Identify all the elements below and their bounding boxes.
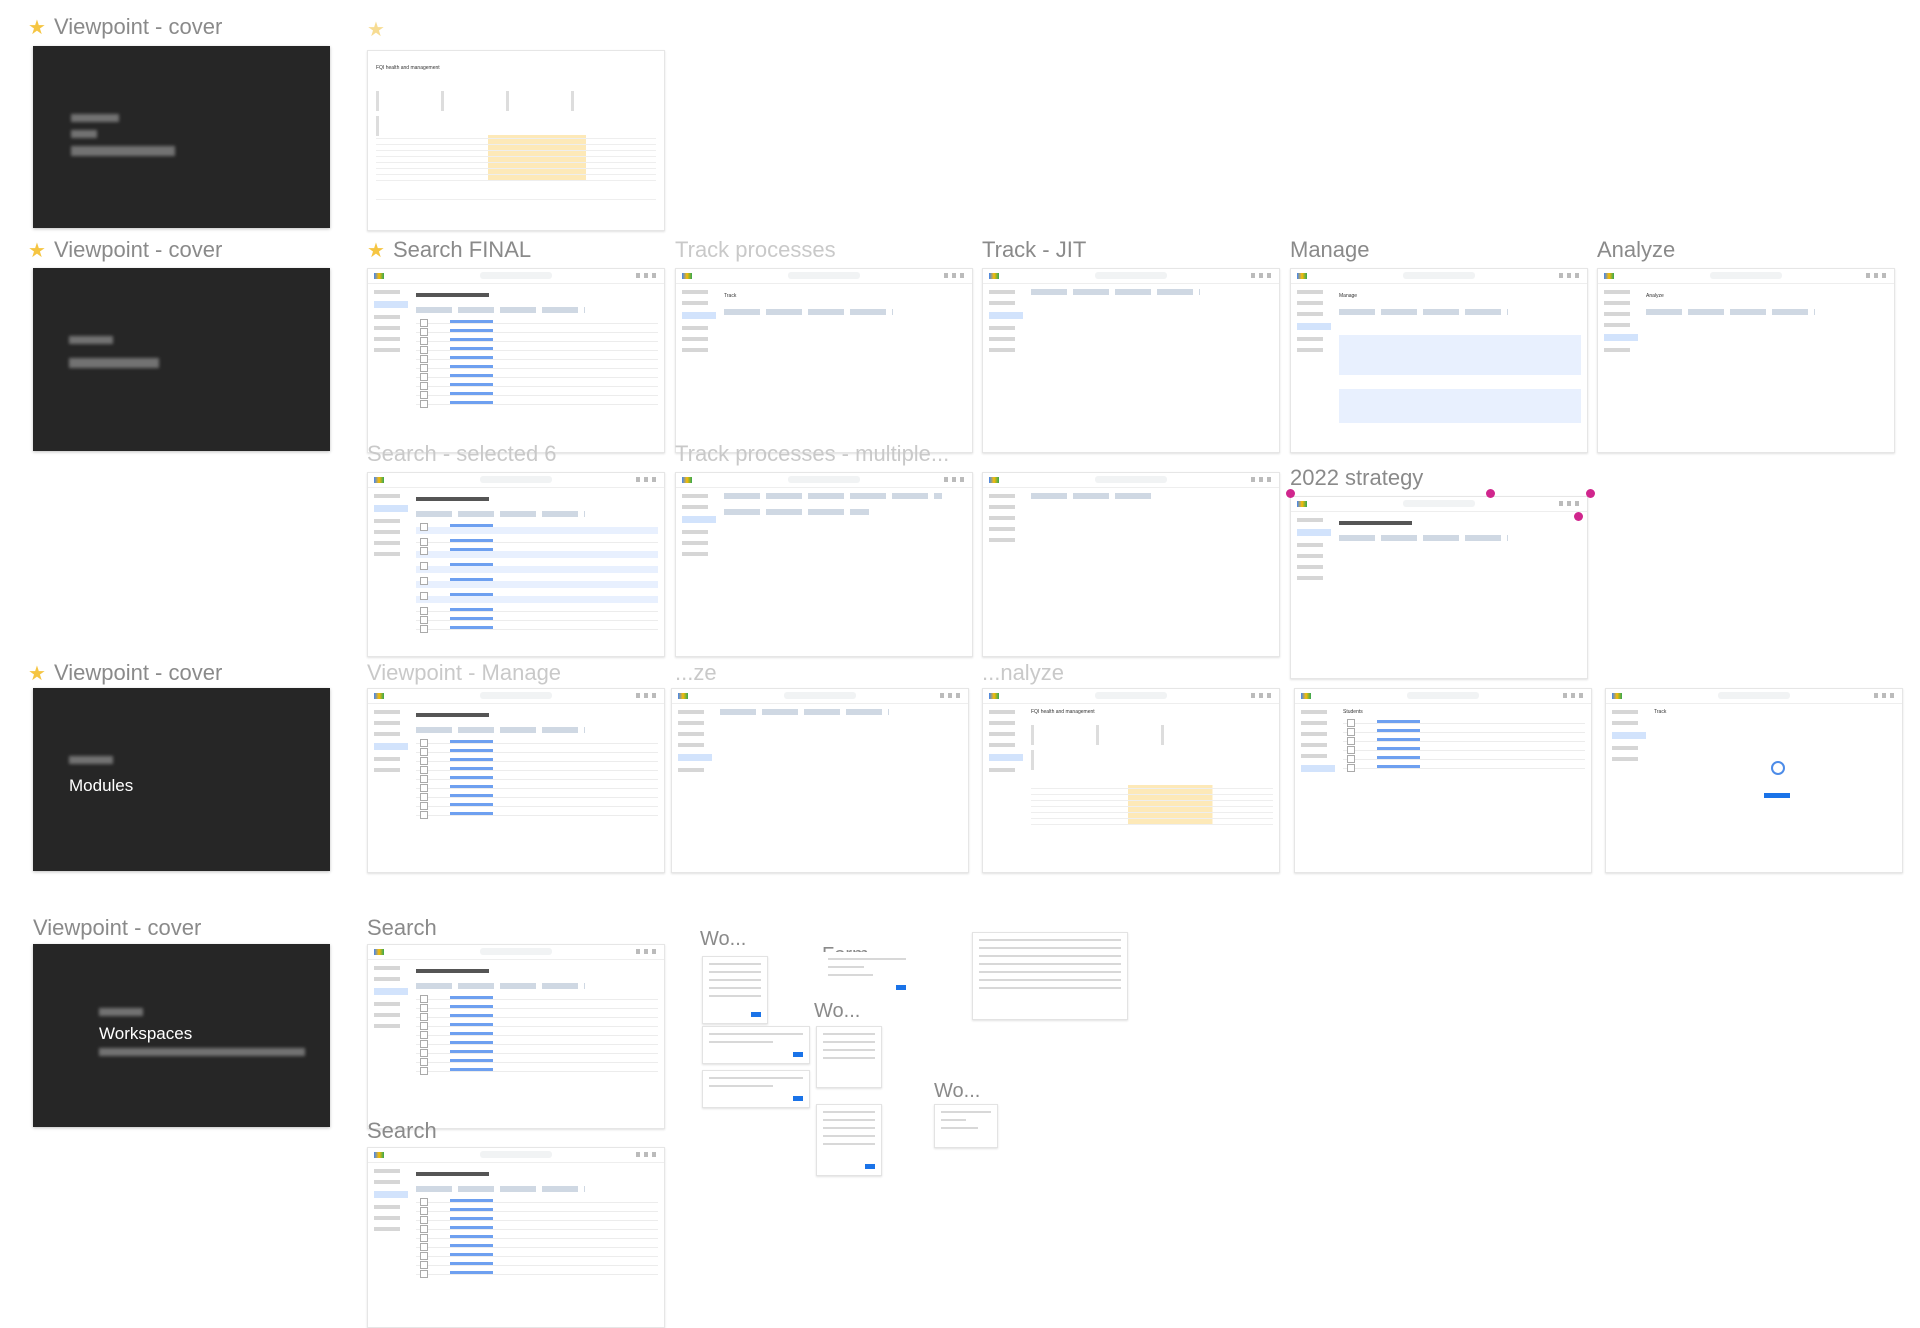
frame-analyze[interactable]: Analyze — [1597, 268, 1895, 453]
faded-label-viewpoint-manage: Viewpoint - Manage — [367, 660, 562, 685]
frame-title: Manage — [1339, 293, 1358, 299]
label-search-1: Search — [367, 915, 437, 940]
frame-analyze-2[interactable] — [671, 688, 969, 873]
workspace-menu-2[interactable] — [816, 1026, 882, 1088]
frame-viewpoint-manage[interactable] — [367, 688, 665, 873]
faded-label-analyze-1: ...ze — [675, 660, 717, 685]
cover-frame-2[interactable] — [33, 268, 330, 451]
faded-label-track-processes: Track processes — [675, 237, 836, 262]
annotation-pin-3[interactable] — [1586, 489, 1595, 498]
star-icon: ★ — [28, 17, 46, 39]
workspace-menu-3[interactable] — [816, 1104, 882, 1176]
cover-label-4: Viewpoint - cover — [33, 915, 202, 940]
frame-search-menu[interactable] — [982, 472, 1280, 657]
frame-title: Analyze — [1646, 293, 1664, 299]
label-analyze: Analyze — [1597, 237, 1676, 262]
faded-label-track-multiple: Track processes - multiple... — [675, 441, 950, 466]
search-icon — [1771, 761, 1785, 775]
frame-fqi-analyze[interactable]: FQI health and management — [982, 688, 1280, 873]
frame-title: FQI health and management — [376, 65, 440, 71]
frame-title: Students — [1343, 709, 1363, 715]
annotation-pin-4[interactable] — [1574, 512, 1583, 521]
label-wo-1: Wo... — [700, 928, 747, 950]
label-track-jit: Track - JIT — [982, 237, 1087, 262]
frame-search-1[interactable] — [367, 944, 665, 1129]
star-icon: ★ — [367, 19, 385, 41]
star-icon: ★ — [28, 663, 46, 685]
label-manage: Manage — [1290, 237, 1370, 262]
frame-track-multiple[interactable] — [675, 472, 973, 657]
leave-workspace-dialog-1[interactable] — [702, 1026, 810, 1064]
frame-title: Track — [724, 293, 737, 299]
frame-track-processes[interactable]: Track — [675, 268, 973, 453]
form-dialog[interactable] — [822, 952, 912, 996]
annotation-pin-2[interactable] — [1486, 489, 1495, 498]
label-search-final: ★ Search FINAL — [367, 237, 532, 262]
star-icon: ★ — [28, 240, 46, 262]
frame-track-empty[interactable]: Track — [1605, 688, 1903, 873]
label-wo-3: Wo... — [934, 1080, 981, 1102]
cover-frame-1[interactable] — [33, 46, 330, 228]
faded-label-fqi: ★ — [367, 16, 393, 42]
workspace-menu-1[interactable] — [702, 956, 768, 1024]
empty-state-button[interactable] — [1764, 793, 1790, 798]
frame-fqi-health[interactable]: FQI health and management — [367, 50, 665, 231]
faded-label-search-selected: Search - selected 6 — [367, 441, 557, 466]
frame-search-selected[interactable] — [367, 472, 665, 657]
table-header-preview[interactable] — [972, 932, 1128, 1020]
logo-icon — [374, 273, 384, 279]
cover-title: Modules — [69, 776, 134, 795]
frame-manage[interactable]: Manage — [1290, 268, 1588, 453]
frame-search-2[interactable] — [367, 1147, 665, 1328]
faded-label-analyze-2: ...nalyze — [982, 660, 1064, 685]
leave-workspace-dialog-2[interactable] — [702, 1070, 810, 1108]
cover-label-3: ★ Viewpoint - cover — [28, 660, 223, 685]
workspace-info-card[interactable] — [934, 1104, 998, 1148]
cover-frame-3[interactable]: Modules — [33, 688, 330, 871]
star-icon: ★ — [367, 240, 385, 262]
cover-title: Workspaces — [99, 1024, 193, 1043]
cover-frame-4[interactable]: Workspaces — [33, 944, 330, 1127]
label-2022-strategy: 2022 strategy — [1290, 465, 1424, 490]
frame-2022-strategy[interactable] — [1290, 496, 1588, 679]
frame-students[interactable]: Students — [1294, 688, 1592, 873]
frame-search-final[interactable] — [367, 268, 665, 453]
frame-title: Track — [1654, 709, 1667, 715]
cover-label-1: ★ Viewpoint - cover — [28, 14, 223, 39]
frame-track-jit[interactable] — [982, 268, 1280, 453]
label-wo-2: Wo... — [814, 1000, 861, 1022]
search-icon — [480, 272, 552, 279]
label-search-2: Search — [367, 1118, 437, 1143]
annotation-pin-1[interactable] — [1286, 489, 1295, 498]
frame-title: FQI health and management — [1031, 709, 1095, 715]
cover-label-2: ★ Viewpoint - cover — [28, 237, 223, 262]
